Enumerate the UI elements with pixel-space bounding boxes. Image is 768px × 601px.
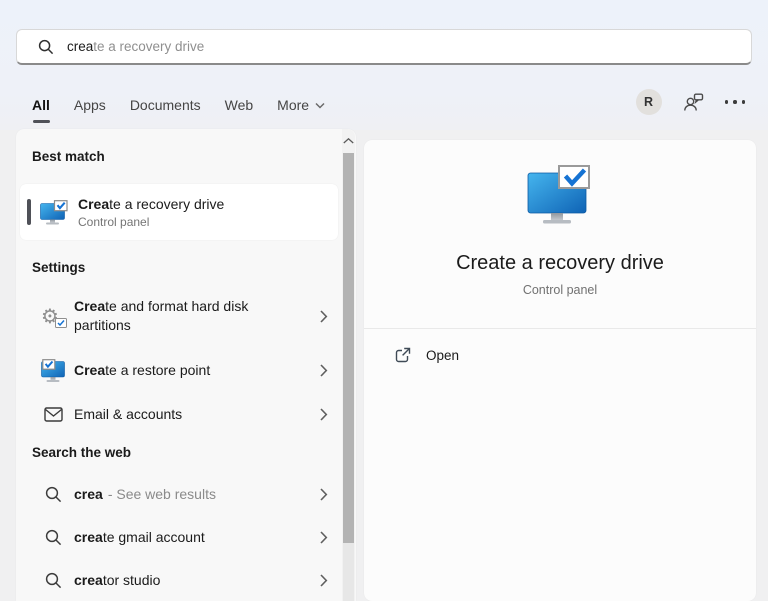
best-match-title-match: Crea (78, 196, 109, 212)
open-icon (395, 347, 411, 363)
best-match-subtitle: Control panel (78, 215, 224, 229)
feedback-icon[interactable] (683, 93, 704, 112)
topbar-actions: R (636, 88, 746, 116)
result-label: creator studio (74, 571, 160, 590)
result-email-accounts[interactable]: Email & accounts (20, 395, 342, 433)
search-filter-tabs: All Apps Documents Web More (32, 88, 325, 122)
email-icon (40, 407, 66, 422)
tab-apps-label: Apps (74, 97, 106, 113)
chevron-down-icon (315, 102, 325, 109)
chevron-right-icon[interactable] (320, 310, 328, 323)
scrollbar-track[interactable] (343, 543, 354, 601)
result-label: Create and format hard disk partitions (74, 297, 289, 335)
preview-title: Create a recovery drive (364, 252, 756, 275)
active-tab-underline (33, 120, 50, 123)
tab-apps[interactable]: Apps (74, 97, 106, 113)
tab-more[interactable]: More (277, 97, 325, 113)
tab-all[interactable]: All (32, 97, 50, 113)
tab-documents[interactable]: Documents (130, 97, 201, 113)
tab-more-label: More (277, 97, 309, 113)
chevron-right-icon[interactable] (320, 531, 328, 544)
web-result-crea[interactable]: crea- See web results (20, 476, 342, 512)
tab-documents-label: Documents (130, 97, 201, 113)
disk-partition-icon: ⚙ (40, 304, 66, 328)
search-icon (38, 39, 54, 55)
web-search-icon (40, 486, 66, 503)
chevron-right-icon[interactable] (320, 408, 328, 421)
open-action[interactable]: Open (364, 336, 756, 374)
settings-header: Settings (32, 260, 85, 275)
web-result-creator-studio[interactable]: creator studio (20, 562, 342, 598)
result-label: Create a restore point (74, 361, 210, 380)
tab-all-label: All (32, 97, 50, 113)
tab-web-label: Web (225, 97, 254, 113)
best-match-result[interactable]: Create a recovery drive Control panel (20, 184, 338, 240)
restore-point-icon (40, 359, 66, 382)
search-typed-text: crea (67, 39, 93, 54)
web-result-create-gmail-account[interactable]: create gmail account (20, 519, 342, 555)
recovery-drive-icon (40, 200, 68, 225)
chevron-right-icon[interactable] (320, 364, 328, 377)
selection-accent-bar (27, 199, 31, 225)
divider (364, 328, 756, 329)
check-overlay-icon (55, 318, 67, 328)
result-label: crea- See web results (74, 485, 216, 504)
result-label: Email & accounts (74, 405, 182, 424)
more-options-icon[interactable] (725, 100, 746, 104)
best-match-header: Best match (32, 149, 105, 164)
search-suggestion-text: te a recovery drive (93, 39, 204, 54)
avatar-letter: R (644, 95, 653, 109)
preview-subtitle: Control panel (364, 283, 756, 297)
web-search-icon (40, 529, 66, 546)
preview-panel: Create a recovery drive Control panel Op… (364, 140, 756, 601)
results-panel: Best match Create a recovery drive Contr… (16, 129, 356, 601)
result-create-format-partitions[interactable]: ⚙ Create and format hard disk partitions (20, 287, 342, 345)
results-scrollbar (342, 129, 355, 601)
best-match-title-rest: te a recovery drive (109, 196, 224, 212)
web-search-icon (40, 572, 66, 589)
user-avatar[interactable]: R (636, 89, 662, 115)
chevron-right-icon[interactable] (320, 488, 328, 501)
open-label: Open (426, 348, 459, 363)
scrollbar-thumb[interactable] (343, 153, 354, 543)
search-input[interactable]: create a recovery drive (16, 29, 752, 65)
recovery-drive-large-icon (364, 164, 756, 224)
result-create-restore-point[interactable]: Create a restore point (20, 351, 342, 389)
search-web-header: Search the web (32, 445, 131, 460)
result-label: create gmail account (74, 528, 205, 547)
scrollbar-up-icon[interactable] (342, 134, 355, 148)
tab-web[interactable]: Web (225, 97, 254, 113)
chevron-right-icon[interactable] (320, 574, 328, 587)
best-match-title: Create a recovery drive (78, 195, 224, 213)
